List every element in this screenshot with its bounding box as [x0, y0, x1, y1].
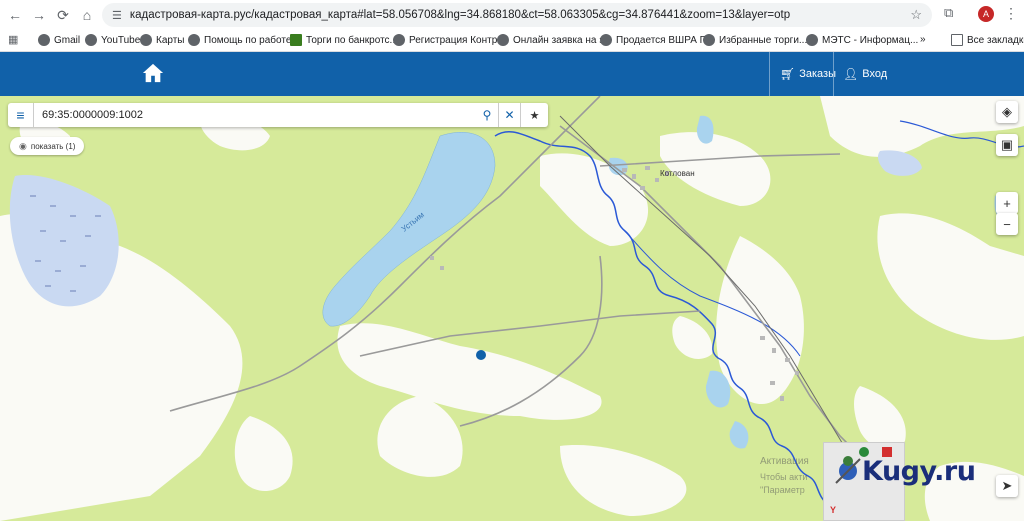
home-icon[interactable]: ⌂	[74, 2, 100, 28]
orders-label: Заказы	[799, 68, 836, 80]
clear-icon[interactable]: ✕	[498, 103, 520, 127]
extensions-icon[interactable]: ⧉	[944, 5, 953, 21]
bookmark-help[interactable]: Помощь по работе...	[188, 34, 300, 46]
layers-icon[interactable]: ◈	[996, 101, 1018, 123]
apps-grid-icon[interactable]: ▦	[8, 33, 18, 46]
bookmark-star-icon[interactable]: ☆	[910, 7, 922, 23]
forward-icon[interactable]: →	[26, 2, 52, 28]
home-logo-icon[interactable]	[142, 62, 164, 84]
bookmark-sale[interactable]: Продается ВШРА П...	[600, 34, 715, 46]
kugy-watermark: Kugy.ru	[862, 456, 976, 487]
site-header: 🛒︎ Заказы 👤︎ Вход	[0, 52, 1024, 96]
frame-icon[interactable]: ▣	[996, 134, 1018, 156]
bookmark-label: Избранные торги...	[719, 34, 808, 46]
url-text: кадастровая-карта.рус/кадастровая_карта#…	[129, 9, 791, 21]
folder-icon	[951, 34, 963, 46]
zoom-out-button[interactable]: −	[996, 213, 1018, 235]
hamburger-menu-icon[interactable]: ≡	[8, 103, 34, 127]
globe-icon	[188, 34, 200, 46]
search-icon[interactable]: ⚲	[476, 103, 498, 127]
globe-icon	[703, 34, 715, 46]
cart-icon: 🛒︎	[780, 67, 796, 81]
globe-icon	[806, 34, 818, 46]
cadastral-search-bar: ≡ 69:35:0000009:1002 ⚲ ✕ ★	[8, 103, 548, 127]
activation-line: "Параметр	[760, 485, 805, 495]
swamp-area-small	[877, 150, 922, 176]
eye-icon: ◉	[19, 140, 27, 151]
bookmark-label: МЭТС - Информац...	[822, 34, 919, 46]
bookmark-gmail[interactable]: Gmail	[38, 34, 80, 46]
globe-icon	[38, 34, 50, 46]
bookmark-youtube[interactable]: YouTube	[85, 34, 140, 46]
bookmark-label: YouTube	[101, 34, 141, 46]
site-settings-icon[interactable]: ☰	[112, 9, 122, 22]
bookmark-label: Карты	[156, 34, 185, 46]
bookmark-online-request[interactable]: Онлайн заявка на з...	[497, 34, 612, 46]
show-results-label: показать (1)	[30, 141, 76, 151]
user-icon: 👤︎	[843, 67, 859, 81]
bookmark-label: Продается ВШРА П...	[616, 34, 716, 46]
bookmark-label: Помощь по работе...	[204, 34, 300, 46]
site-icon	[290, 34, 302, 46]
bookmark-bankruptcy[interactable]: Торги по банкротс...	[290, 34, 398, 46]
bookmark-label: Gmail	[54, 34, 81, 46]
login-label: Вход	[862, 68, 888, 80]
bookmark-maps[interactable]: Карты	[140, 34, 185, 46]
place-label-kotlovan: Котлован	[660, 169, 695, 178]
browser-toolbar: ← → ⟳ ⌂ ☰ кадастровая-карта.рус/кадастро…	[0, 0, 1024, 30]
globe-icon	[393, 34, 405, 46]
yandex-icon: Y	[830, 505, 837, 515]
bookmark-label: Торги по банкротс...	[306, 34, 398, 46]
zoom-in-button[interactable]: +	[996, 192, 1018, 214]
all-bookmarks-button[interactable]: Все закладки	[951, 34, 1024, 46]
header-divider	[833, 52, 834, 96]
bookmark-favorites[interactable]: Избранные торги...	[703, 34, 807, 46]
globe-icon	[600, 34, 612, 46]
globe-icon	[497, 34, 509, 46]
globe-icon	[85, 34, 97, 46]
parcel-marker[interactable]	[476, 350, 486, 360]
activation-line: Чтобы акти	[760, 472, 808, 482]
login-button[interactable]: 👤︎ Вход	[843, 67, 887, 81]
address-bar[interactable]: ☰ кадастровая-карта.рус/кадастровая_карт…	[102, 3, 932, 27]
more-menu-icon[interactable]: ⋮	[1004, 5, 1018, 22]
more-bookmarks-button[interactable]: »	[920, 34, 926, 45]
bookmark-label: Регистрация Контр...	[409, 34, 506, 46]
star-icon[interactable]: ★	[520, 103, 548, 127]
all-bookmarks-label: Все закладки	[967, 34, 1024, 46]
bookmarks-bar: ▦ Gmail YouTube Карты Помощь по работе..…	[0, 30, 1024, 52]
header-divider	[769, 52, 770, 96]
activation-title: Активация	[760, 456, 809, 467]
globe-icon	[140, 34, 152, 46]
profile-avatar[interactable]: A	[978, 6, 994, 22]
pond	[729, 421, 749, 449]
pond	[696, 115, 714, 144]
show-results-button[interactable]: ◉ показать (1)	[10, 137, 85, 155]
search-input[interactable]: 69:35:0000009:1002	[34, 109, 476, 121]
reload-icon[interactable]: ⟳	[50, 2, 76, 28]
back-icon[interactable]: ←	[2, 2, 28, 28]
bookmark-registration[interactable]: Регистрация Контр...	[393, 34, 506, 46]
bookmark-mets[interactable]: МЭТС - Информац...	[806, 34, 918, 46]
orders-button[interactable]: 🛒︎ Заказы	[780, 67, 836, 81]
locate-icon[interactable]: ➤	[996, 475, 1018, 497]
bookmark-label: Онлайн заявка на з...	[513, 34, 613, 46]
